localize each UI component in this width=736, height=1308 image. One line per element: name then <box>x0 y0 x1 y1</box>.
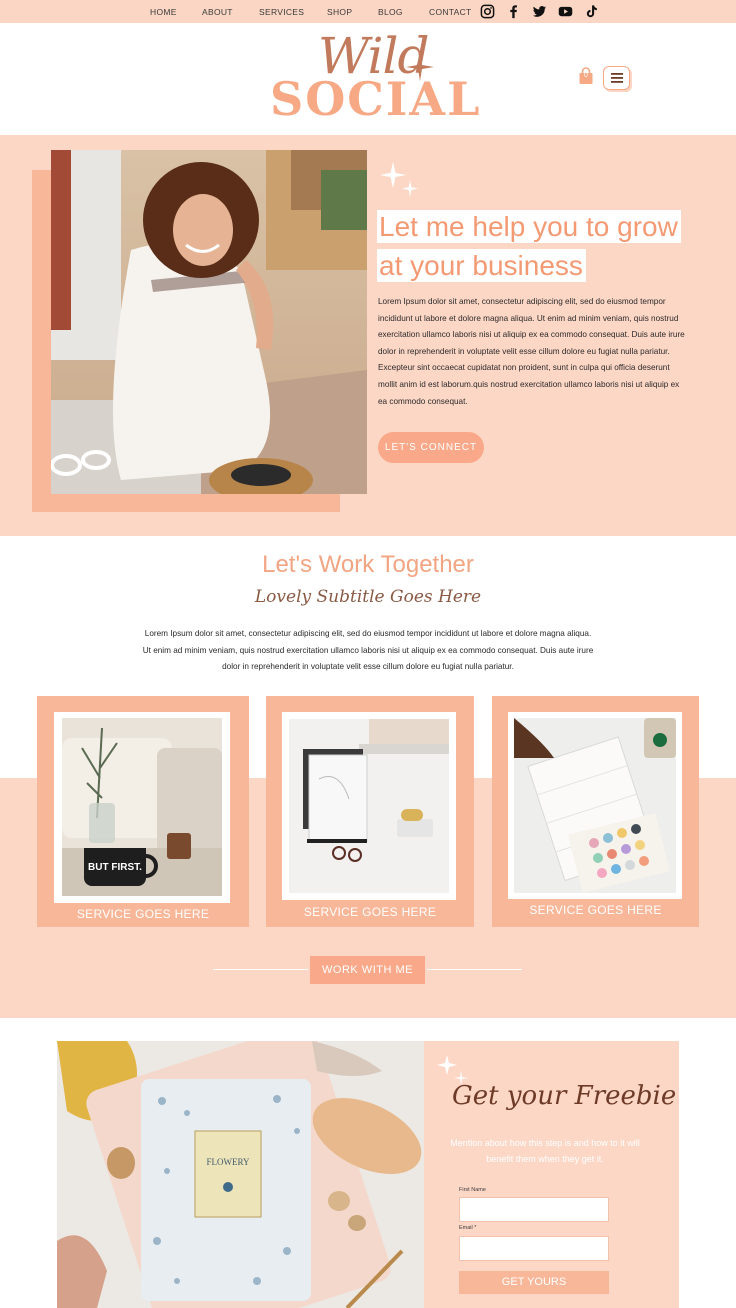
email-field[interactable] <box>459 1236 609 1261</box>
freebie-panel: Get your Freebie Mention about how this … <box>424 1041 679 1308</box>
sparkle-icon <box>380 162 418 197</box>
nav-contact[interactable]: CONTACT <box>429 7 472 17</box>
divider-right <box>427 969 522 970</box>
nav-home[interactable]: HOME <box>150 7 177 17</box>
work-with-me-button[interactable]: WORK WITH ME <box>310 956 425 984</box>
top-nav: HOME ABOUT SERVICES SHOP BLOG CONTACT <box>0 0 736 23</box>
service-label: SERVICE GOES HERE <box>303 905 437 919</box>
service-image-frame: BUT FIRST. <box>54 712 230 903</box>
service-image-frame <box>282 712 456 900</box>
instagram-icon[interactable] <box>480 4 495 19</box>
service-label: SERVICE GOES HERE <box>529 903 662 917</box>
service-image-frame <box>508 712 682 899</box>
work-subtitle: Lovely Subtitle Goes Here <box>254 587 482 607</box>
service-card[interactable]: BUT FIRST. SERVICE GOES HERE <box>37 696 249 927</box>
service-image <box>514 718 676 893</box>
hamburger-icon <box>610 73 623 83</box>
site-header: Wild SOCIAL 0 <box>0 23 736 135</box>
youtube-icon[interactable] <box>558 4 573 19</box>
get-yours-button[interactable]: GET YOURS <box>459 1271 609 1294</box>
hero-heading-line1: Let me help you to grow <box>377 210 681 243</box>
first-name-field[interactable] <box>459 1197 609 1222</box>
twitter-icon[interactable] <box>532 4 547 19</box>
nav-shop[interactable]: SHOP <box>327 7 352 17</box>
menu-button[interactable] <box>603 66 630 90</box>
work-title: Let's Work Together <box>262 551 474 578</box>
lets-connect-button[interactable]: LET'S CONNECT <box>378 432 484 463</box>
freebie-photo: FLOWERY <box>57 1041 426 1308</box>
divider-left <box>213 969 308 970</box>
service-card[interactable]: SERVICE GOES HERE <box>492 696 699 927</box>
nav-services[interactable]: SERVICES <box>259 7 304 17</box>
freebie-title: Get your Freebie <box>452 1081 677 1111</box>
work-body: Lorem Ipsum dolor sit amet, consectetur … <box>118 626 618 676</box>
tiktok-icon[interactable] <box>584 4 599 19</box>
nav-about[interactable]: ABOUT <box>202 7 233 17</box>
hero-section: Let me help you to grow at your business… <box>0 135 736 536</box>
service-image: BUT FIRST. <box>62 718 222 896</box>
work-body-line: dolor in reprehenderit in voluptate veli… <box>222 662 514 671</box>
facebook-icon[interactable] <box>506 4 521 19</box>
hero-photo <box>51 150 367 494</box>
notebook-brand: FLOWERY <box>206 1157 250 1167</box>
service-card[interactable]: SERVICE GOES HERE <box>266 696 474 927</box>
work-body-line: Ut enim ad minim veniam, quis nostrud ex… <box>142 645 594 655</box>
email-label: Email * <box>459 1225 477 1231</box>
cart-count: 0 <box>584 72 588 79</box>
hero-heading-line2: at your business <box>377 249 586 282</box>
mug-text: BUT FIRST. <box>88 862 142 873</box>
service-image <box>289 719 449 893</box>
logo-block-text: SOCIAL <box>270 72 482 126</box>
work-body-line: Lorem Ipsum dolor sit amet, consectetur … <box>144 629 592 638</box>
service-label: SERVICE GOES HERE <box>76 907 210 921</box>
freebie-description: Mention about how this step is and how t… <box>450 1138 640 1164</box>
first-name-label: First Name <box>459 1187 486 1193</box>
nav-blog[interactable]: BLOG <box>378 7 403 17</box>
hero-body: Lorem Ipsum dolor sit amet, consectetur … <box>378 297 685 406</box>
